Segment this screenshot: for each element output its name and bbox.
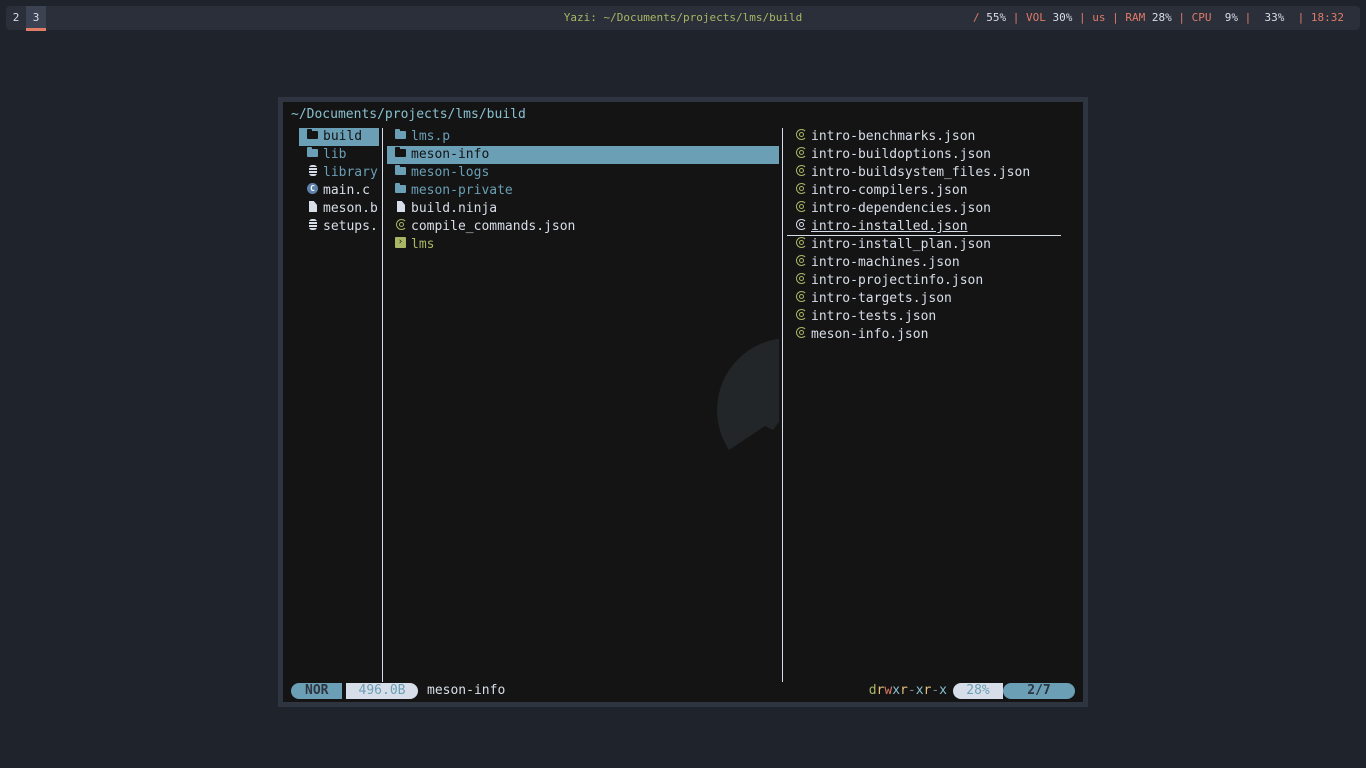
- file-size: 496.0B: [346, 683, 418, 699]
- list-item[interactable]: lib: [299, 146, 379, 164]
- mountain-logo-icon: [717, 338, 779, 482]
- cpu-label: CPU: [1191, 11, 1212, 24]
- keyboard-layout[interactable]: us: [1092, 11, 1105, 24]
- json-icon: [795, 327, 807, 339]
- list-item[interactable]: setups.: [299, 218, 379, 236]
- permissions: drwxr-xr-x: [868, 683, 947, 698]
- clock[interactable]: 18:32: [1311, 11, 1344, 24]
- parent-directory-pane[interactable]: build lib library main.c meson.b setups.: [299, 128, 379, 678]
- json-icon: [795, 201, 807, 213]
- list-item[interactable]: intro-buildoptions.json: [787, 146, 1077, 164]
- list-item[interactable]: intro-compilers.json: [787, 182, 1077, 200]
- json-icon: [795, 255, 807, 267]
- json-icon: [795, 309, 807, 321]
- list-item[interactable]: intro-installed.json: [787, 218, 1077, 236]
- list-item[interactable]: meson.b: [299, 200, 379, 218]
- json-icon: [795, 291, 807, 303]
- list-item[interactable]: build.ninja: [387, 200, 779, 218]
- folder-icon: [395, 165, 407, 177]
- folder-icon: [307, 129, 319, 141]
- preview-pane[interactable]: intro-benchmarks.json intro-buildoptions…: [787, 128, 1077, 678]
- json-icon: [795, 219, 807, 231]
- list-item[interactable]: build: [299, 128, 379, 146]
- battery-value: 33%: [1264, 11, 1285, 24]
- terminal-icon: [395, 237, 407, 249]
- scroll-percent: 28%: [953, 683, 1003, 699]
- folder-icon: [307, 147, 319, 159]
- file-icon: [307, 201, 319, 213]
- json-icon: [795, 183, 807, 195]
- database-icon: [307, 219, 319, 231]
- list-item[interactable]: lms.p: [387, 128, 779, 146]
- pane-divider: [782, 128, 783, 682]
- disk-label: /: [973, 11, 980, 24]
- current-directory-pane[interactable]: lms.p meson-info meson-logs meson-privat…: [387, 128, 779, 678]
- list-item[interactable]: meson-private: [387, 182, 779, 200]
- mode-indicator: NOR: [291, 683, 343, 699]
- json-icon: [795, 147, 807, 159]
- folder-icon: [395, 129, 407, 141]
- disk-usage: 55%: [986, 11, 1007, 24]
- database-icon: [307, 165, 319, 177]
- list-item[interactable]: main.c: [299, 182, 379, 200]
- list-item[interactable]: intro-machines.json: [787, 254, 1077, 272]
- json-icon: [795, 273, 807, 285]
- volume-label: VOL: [1026, 11, 1046, 24]
- list-item[interactable]: intro-tests.json: [787, 308, 1077, 326]
- list-item[interactable]: intro-buildsystem_files.json: [787, 164, 1077, 182]
- pane-divider: [382, 128, 383, 682]
- terminal-window[interactable]: ~/Documents/projects/lms/build build lib…: [278, 97, 1088, 707]
- list-item[interactable]: meson-logs: [387, 164, 779, 182]
- status-line: NOR 496.0B meson-info drwxr-xr-x 28% 2/7: [291, 682, 1075, 700]
- json-icon: [795, 129, 807, 141]
- list-item[interactable]: intro-benchmarks.json: [787, 128, 1077, 146]
- json-icon: [795, 237, 807, 249]
- hovered-name: meson-info: [427, 683, 506, 698]
- list-item[interactable]: lms: [387, 236, 779, 254]
- system-status: / 55% | VOL 30% | us | RAM 28% | CPU 9% …: [973, 11, 1344, 24]
- current-path: ~/Documents/projects/lms/build: [291, 107, 526, 122]
- file-icon: [395, 201, 407, 213]
- list-item[interactable]: intro-install_plan.json: [787, 236, 1077, 254]
- list-item[interactable]: library: [299, 164, 379, 182]
- c-file-icon: [307, 183, 319, 195]
- list-item[interactable]: intro-targets.json: [787, 290, 1077, 308]
- json-icon: [395, 219, 407, 231]
- top-bar: 2 3 Yazi: ~/Documents/projects/lms/build…: [6, 6, 1360, 31]
- list-item[interactable]: compile_commands.json: [387, 218, 779, 236]
- list-item[interactable]: meson-info.json: [787, 326, 1077, 344]
- ram-label: RAM: [1125, 11, 1146, 24]
- json-icon: [795, 165, 807, 177]
- ram-value: 28%: [1151, 11, 1172, 24]
- volume-value[interactable]: 30%: [1053, 11, 1073, 24]
- list-item[interactable]: intro-projectinfo.json: [787, 272, 1077, 290]
- folder-icon: [395, 147, 407, 159]
- list-item[interactable]: meson-info: [387, 146, 779, 164]
- cpu-value: 9%: [1224, 11, 1238, 24]
- list-item[interactable]: intro-dependencies.json: [787, 200, 1077, 218]
- cursor-position: 2/7: [1003, 683, 1075, 699]
- folder-icon: [395, 183, 407, 195]
